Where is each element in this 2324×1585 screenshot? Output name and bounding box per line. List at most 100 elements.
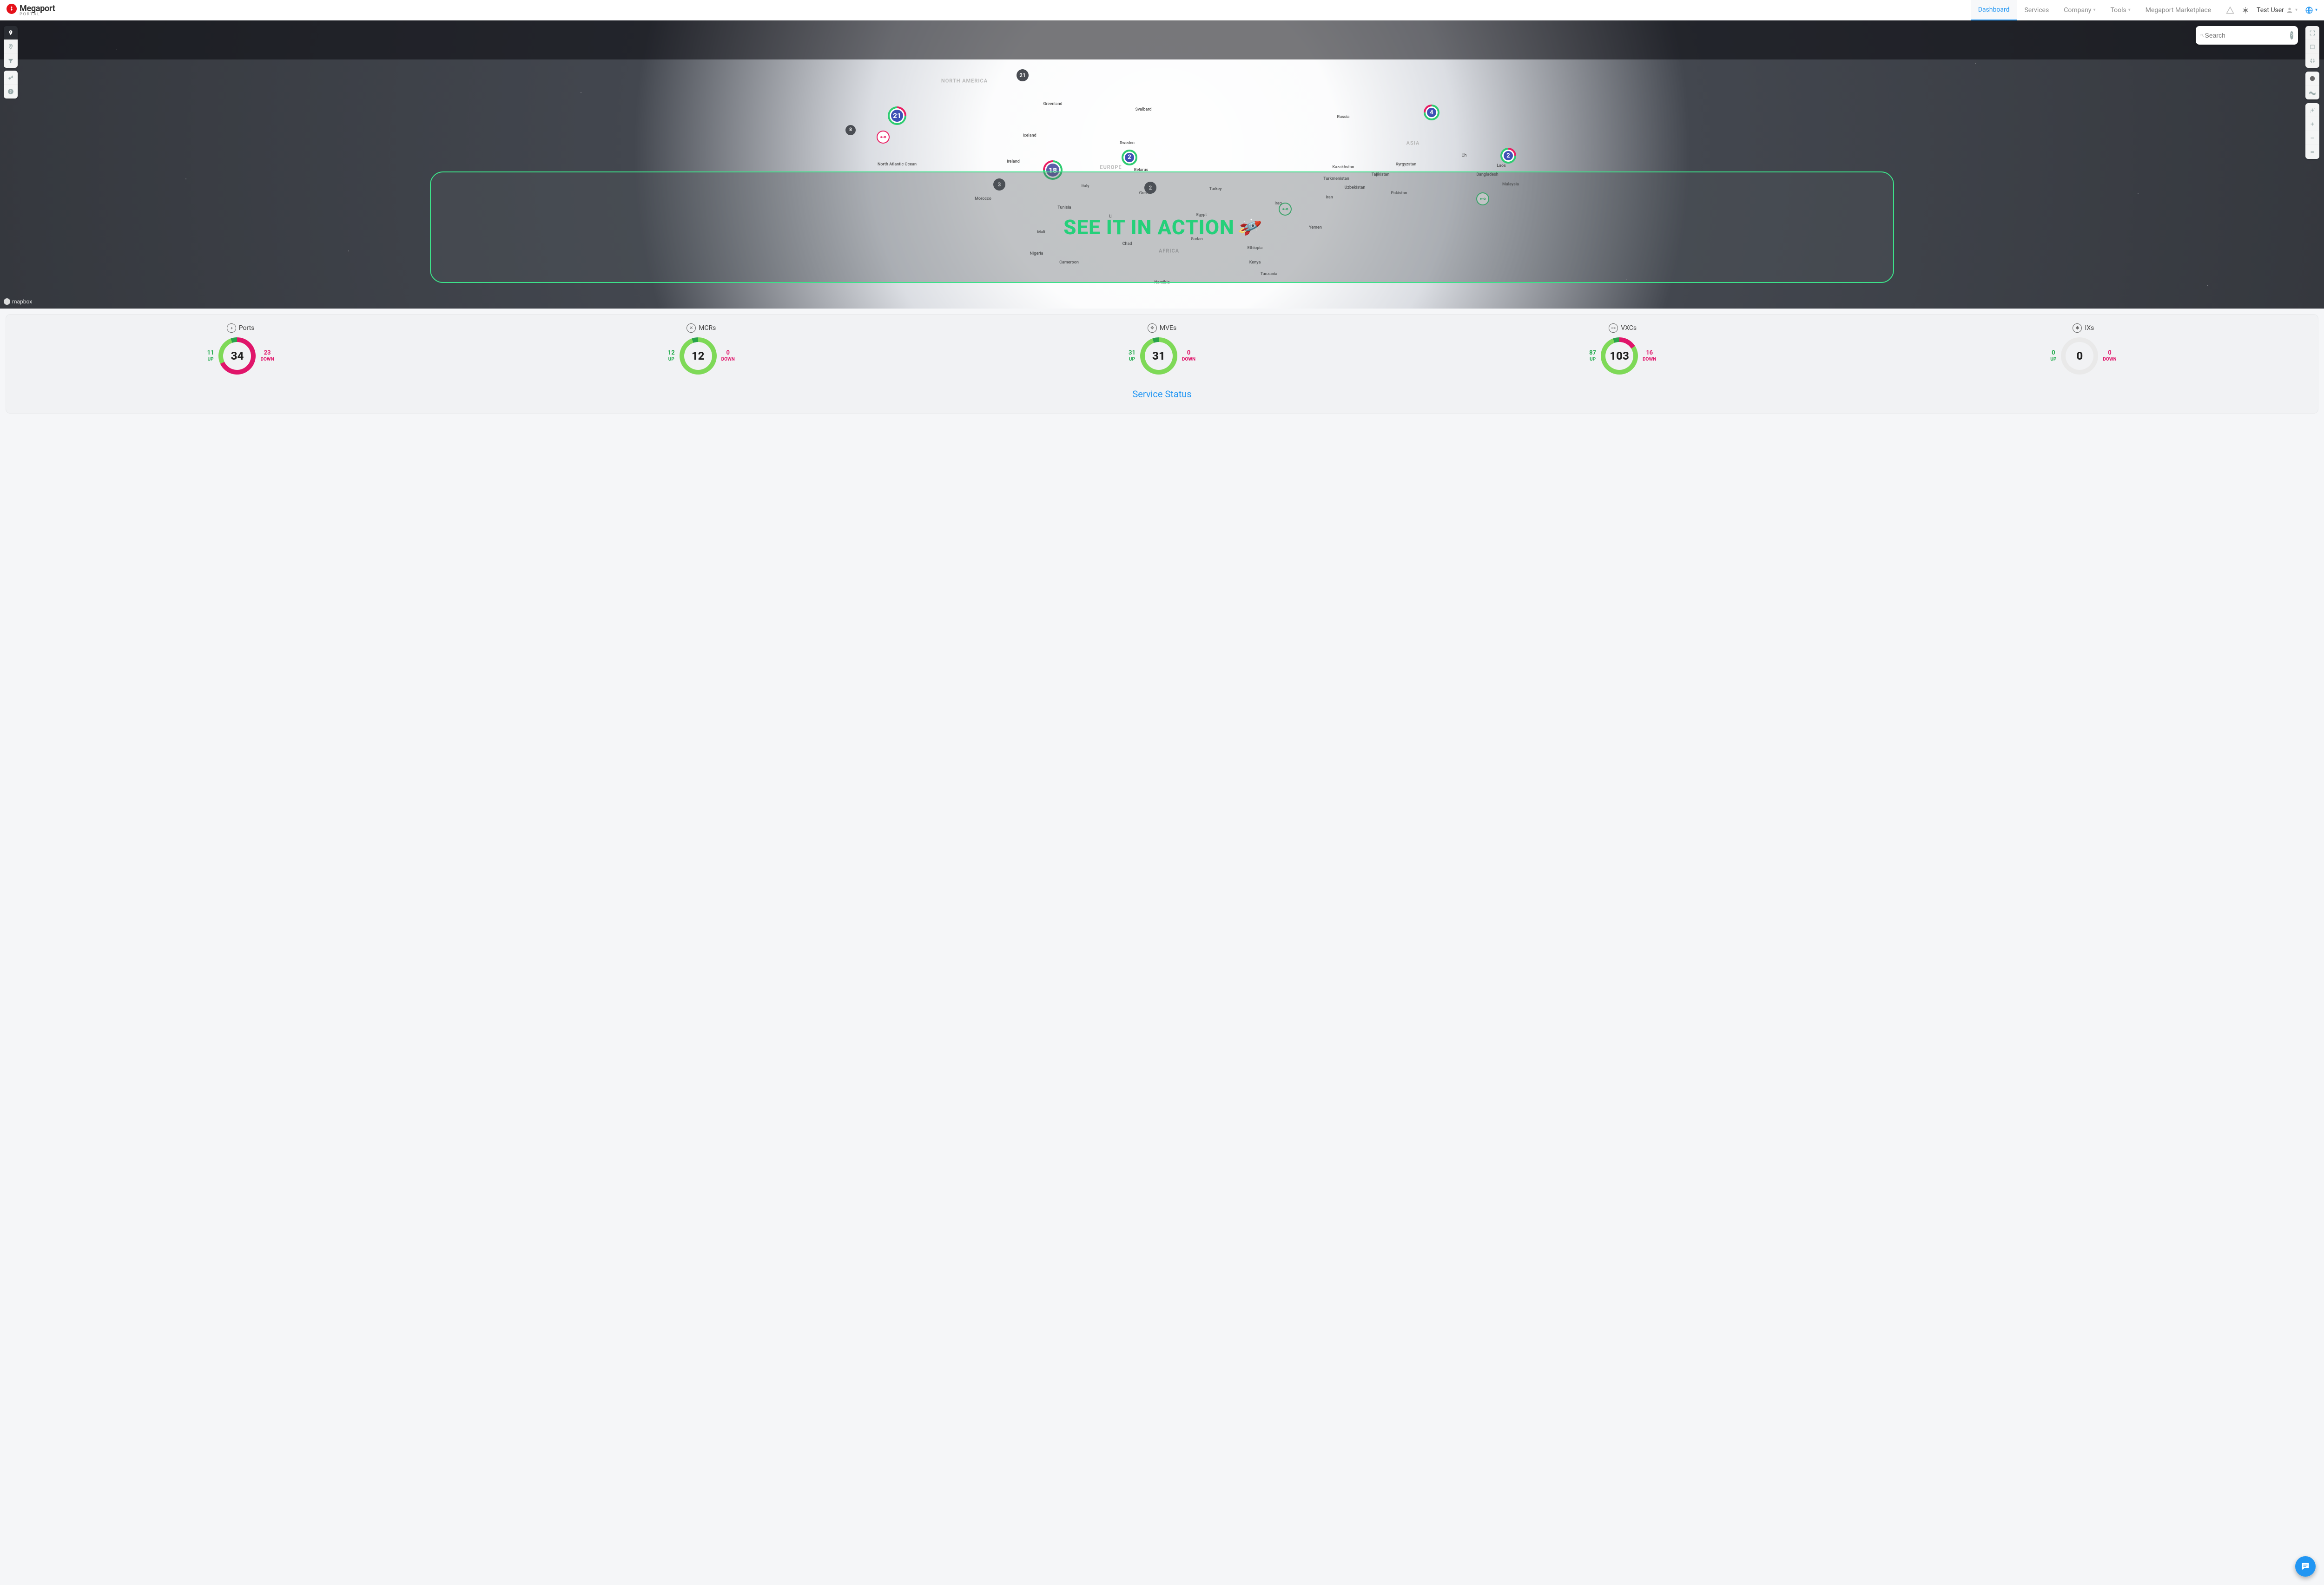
nav-label: Tools (2110, 7, 2126, 14)
nav-item-company[interactable]: Company▾ (2056, 0, 2103, 20)
brand-logo-icon (7, 4, 17, 14)
chevron-down-icon: ▾ (2128, 7, 2131, 13)
fullscreen-icon[interactable] (2305, 26, 2319, 40)
search-input[interactable] (2204, 31, 2290, 39)
brand-subtitle: PORTAL (20, 12, 55, 17)
gauge-down: 0DOWN (721, 350, 735, 362)
user-icon (2286, 7, 2293, 14)
gauge-type-icon: ⊶ (1609, 323, 1618, 333)
gauge-total: 0 (2066, 342, 2093, 370)
map-cluster[interactable]: 21 (1017, 69, 1029, 81)
brand[interactable]: Megaport PORTAL (7, 4, 55, 17)
nav-item-megaport-marketplace[interactable]: Megaport Marketplace (2138, 0, 2218, 20)
map-cluster-value: 21 (891, 110, 903, 122)
chevron-down-icon: ▾ (2315, 7, 2317, 13)
services-key-icon[interactable] (4, 71, 18, 85)
map-cluster[interactable]: 8 (845, 125, 856, 135)
map-cluster[interactable]: 4 (1424, 105, 1439, 120)
zoom-out-fine-icon[interactable] (2305, 145, 2319, 159)
map-region-label: EUROPE (1100, 164, 1122, 171)
help-icon[interactable]: ? (4, 85, 18, 99)
gauge-donut: 0 (2061, 337, 2098, 375)
gauge-up: 0UP (2050, 350, 2056, 362)
gauge-up: 12UP (668, 350, 675, 362)
nav-label: Services (2024, 7, 2049, 14)
bug-icon[interactable] (2242, 7, 2249, 14)
gauge-down: 0DOWN (1182, 350, 1195, 362)
map-region-label: ASIA (1406, 140, 1420, 146)
gauge-title: ⊶VXCs (1609, 323, 1637, 333)
gauge-type-icon: ❖ (1148, 323, 1157, 333)
nav-item-tools[interactable]: Tools▾ (2103, 0, 2138, 20)
map-country-label: Ireland (1007, 159, 1020, 164)
gauge-ixs: ✱IXs 0UP 0 0DOWN (1853, 323, 2314, 375)
gauge-type-icon: ✕ (687, 323, 696, 333)
svg-text:?: ? (10, 90, 12, 94)
primary-nav: DashboardServicesCompany▾Tools▾Megaport … (1971, 0, 2218, 20)
alerts-icon[interactable] (2226, 6, 2234, 14)
chevron-down-icon: ▾ (2295, 7, 2298, 13)
gauge-vxcs: ⊶VXCs 87UP 103 16DOWN (1393, 323, 1853, 375)
language-menu[interactable]: ▾ (2305, 6, 2317, 14)
gauge-title: ❖MVEs (1148, 323, 1176, 333)
cta-banner[interactable]: SEE IT IN ACTION 🚀 (430, 171, 1894, 283)
gauge-label: MCRs (699, 324, 716, 332)
gauge-mcrs: ✕MCRs 12UP 12 0DOWN (471, 323, 931, 375)
gauge-donut: 34 (218, 337, 256, 375)
top-nav: Megaport PORTAL Dashboard Services Company… (0, 0, 2324, 20)
gauge-type-icon: ✱ (2073, 323, 2082, 333)
zoom-out-icon[interactable] (2305, 131, 2319, 145)
pins-toggle-icon[interactable] (4, 40, 18, 54)
map-right-toolbar (2305, 26, 2319, 159)
globe-view-icon[interactable] (2305, 72, 2319, 85)
map-country-label: Ch (1462, 153, 1467, 158)
search-icon (2200, 31, 2204, 39)
gauge-label: VXCs (1621, 324, 1637, 332)
map-country-label: Laos (1497, 164, 1505, 168)
map-cluster[interactable]: 2 (1500, 148, 1516, 164)
map-node[interactable] (878, 132, 889, 143)
locations-toggle-icon[interactable] (4, 26, 18, 40)
collapse-icon[interactable] (2305, 54, 2319, 68)
network-map[interactable]: ? ? NORTH AMERICAEUROPEASI (0, 20, 2324, 309)
gauge-total: 31 (1145, 342, 1173, 370)
globe-icon (2305, 6, 2313, 14)
gauge-donut: 12 (680, 337, 717, 375)
nav-label: Dashboard (1978, 6, 2010, 13)
gauge-mves: ❖MVEs31UP310DOWN (931, 323, 1392, 375)
nav-label: Company (2064, 7, 2091, 14)
filter-icon[interactable] (4, 54, 18, 68)
search-help-icon[interactable]: ? (2290, 31, 2294, 39)
nav-item-dashboard[interactable]: Dashboard (1971, 0, 2017, 20)
gauge-type-icon: ◑ (227, 323, 236, 333)
map-search[interactable]: ? (2196, 26, 2298, 45)
gauge-down: 16DOWN (1643, 350, 1656, 362)
chat-fab[interactable] (2295, 1556, 2316, 1577)
gauge-title: ◑Ports (227, 323, 255, 333)
flat-map-icon[interactable] (2305, 85, 2319, 99)
gauge-donut: 103 (1601, 337, 1638, 375)
nav-label: Megaport Marketplace (2146, 7, 2211, 14)
chevron-down-icon: ▾ (2093, 7, 2095, 13)
map-cluster-value: 2 (1504, 151, 1513, 160)
gauge-down: 0DOWN (2103, 350, 2116, 362)
map-left-toolbar: ? (4, 26, 18, 99)
map-cluster[interactable]: 2 (1122, 150, 1137, 165)
zoom-in-fine-icon[interactable] (2305, 103, 2319, 117)
map-top-overlay (0, 20, 2324, 59)
gauge-up: 87UP (1589, 350, 1596, 362)
map-cluster-value: 4 (1427, 108, 1436, 117)
gauge-title: ✕MCRs (687, 323, 716, 333)
user-name: Test User (2257, 7, 2284, 14)
gauge-label: MVEs (1160, 324, 1176, 332)
gauge-donut: 31 (1140, 337, 1177, 375)
nav-item-services[interactable]: Services (2017, 0, 2056, 20)
map-country-label: Greenland (1043, 102, 1062, 106)
service-status-link[interactable]: Service Status (10, 388, 2314, 400)
map-country-label: Kazakhstan (1332, 165, 1354, 170)
gauge-title: ✱IXs (2073, 323, 2094, 333)
user-menu[interactable]: Test User ▾ (2257, 7, 2298, 14)
map-cluster[interactable]: 21 (888, 106, 906, 125)
frame-icon[interactable] (2305, 40, 2319, 54)
zoom-in-icon[interactable] (2305, 117, 2319, 131)
